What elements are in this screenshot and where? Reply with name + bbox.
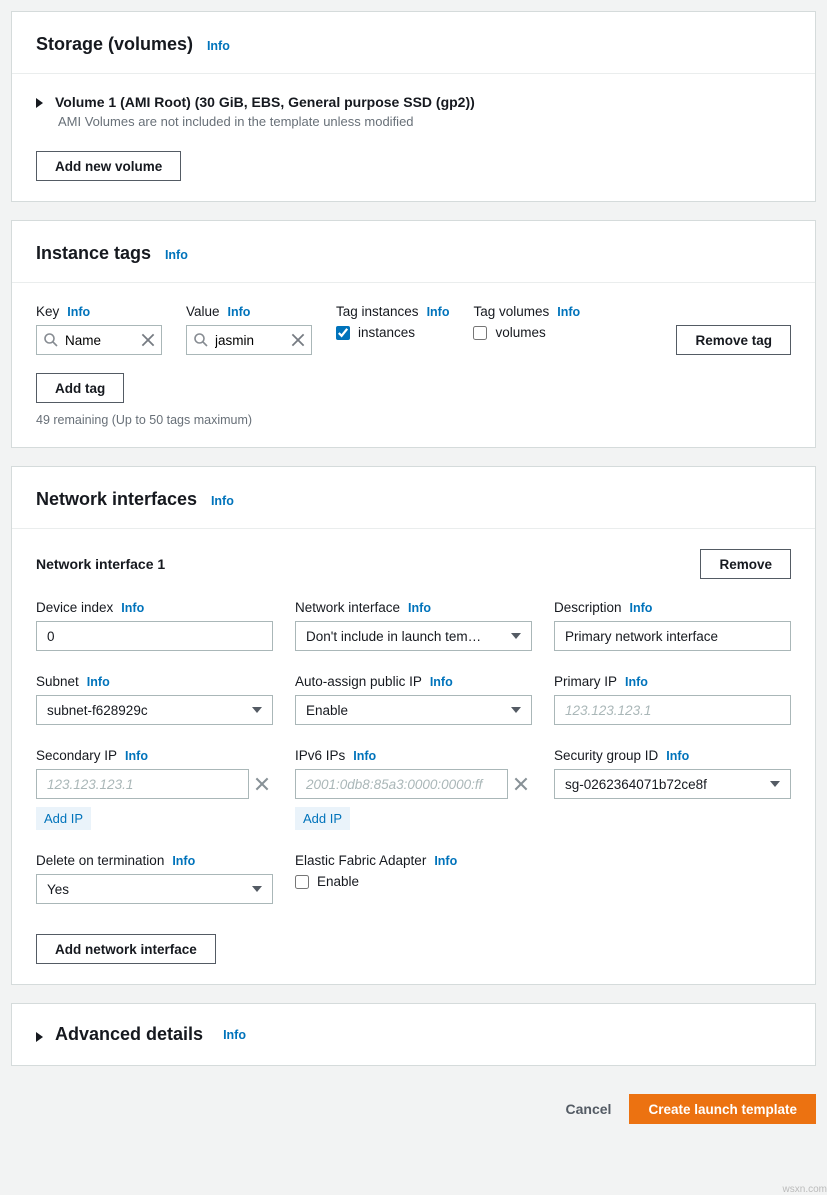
advanced-title: Advanced details [55,1024,203,1045]
instances-checkbox[interactable] [336,326,350,340]
subnet-label: Subnet [36,674,79,689]
clear-key-icon[interactable] [139,331,157,349]
device-index-label: Device index [36,600,113,615]
add-ni-button[interactable]: Add network interface [36,934,216,964]
chevron-down-icon [252,886,262,892]
remove-tag-button[interactable]: Remove tag [676,325,791,355]
ni-title: Network interfaces [36,489,197,510]
volumes-checkbox[interactable] [473,326,487,340]
caret-right-icon [36,1032,43,1042]
clear-value-icon[interactable] [289,331,307,349]
volume-subtitle: AMI Volumes are not included in the temp… [58,114,791,129]
tags-remaining: 49 remaining (Up to 50 tags maximum) [36,413,791,427]
tag-volumes-label: Tag volumes [473,304,549,319]
secondary-ip-input[interactable] [36,769,249,799]
chevron-down-icon [770,781,780,787]
network-interface-label: Network interface [295,600,400,615]
ipv6-info[interactable]: Info [353,749,376,763]
tags-info-link[interactable]: Info [165,248,188,262]
caret-right-icon [36,98,43,108]
ni-info-link[interactable]: Info [211,494,234,508]
key-input[interactable] [65,333,133,348]
ipv6-label: IPv6 IPs [295,748,345,763]
advanced-info[interactable]: Info [223,1028,246,1042]
tag-instances-label: Tag instances [336,304,419,319]
ni-subhead: Network interface 1 [36,556,165,572]
del-term-info[interactable]: Info [172,854,195,868]
add-ipv6-button[interactable]: Add IP [295,807,350,830]
watermark: wsxn.com [783,1184,827,1195]
del-term-label: Delete on termination [36,853,164,868]
secondary-ip-info[interactable]: Info [125,749,148,763]
tag-volumes-info[interactable]: Info [557,305,580,319]
add-volume-button[interactable]: Add new volume [36,151,181,181]
primary-ip-label: Primary IP [554,674,617,689]
volume-row[interactable]: Volume 1 (AMI Root) (30 GiB, EBS, Genera… [36,94,791,110]
instance-tags-panel: Instance tags Info Key Info Value Info [11,220,816,448]
volumes-checkbox-label: volumes [495,325,545,340]
chevron-down-icon [252,707,262,713]
remove-ni-button[interactable]: Remove [700,549,791,579]
description-input[interactable] [554,621,791,651]
network-interface-info[interactable]: Info [408,601,431,615]
subnet-info[interactable]: Info [87,675,110,689]
chevron-down-icon [511,633,521,639]
device-index-input[interactable] [36,621,273,651]
auto-ip-label: Auto-assign public IP [295,674,422,689]
storage-info-link[interactable]: Info [207,39,230,53]
instances-checkbox-label: instances [358,325,415,340]
auto-ip-info[interactable]: Info [430,675,453,689]
value-label: Value [186,304,220,319]
volumes-checkbox-row[interactable]: volumes [473,325,580,340]
auto-ip-select[interactable]: Enable [295,695,532,725]
description-info[interactable]: Info [630,601,653,615]
efa-checkbox[interactable] [295,875,309,889]
subnet-select[interactable]: subnet-f628929c [36,695,273,725]
clear-ipv6-icon[interactable] [512,775,530,793]
del-term-select[interactable]: Yes [36,874,273,904]
footer: Cancel Create launch template [11,1084,816,1124]
tag-instances-info[interactable]: Info [427,305,450,319]
add-secondary-ip-button[interactable]: Add IP [36,807,91,830]
advanced-panel[interactable]: Advanced details Info [11,1003,816,1066]
network-interface-select[interactable]: Don't include in launch tem… [295,621,532,651]
key-input-wrap[interactable] [36,325,162,355]
search-icon [43,332,59,348]
sg-select[interactable]: sg-0262364071b72ce8f [554,769,791,799]
volume-title: Volume 1 (AMI Root) (30 GiB, EBS, Genera… [55,94,475,110]
create-launch-template-button[interactable]: Create launch template [629,1094,816,1124]
tags-title: Instance tags [36,243,151,264]
add-tag-button[interactable]: Add tag [36,373,124,403]
cancel-button[interactable]: Cancel [566,1101,612,1117]
description-label: Description [554,600,622,615]
efa-checkbox-row[interactable]: Enable [295,874,359,889]
sg-info[interactable]: Info [666,749,689,763]
ipv6-input[interactable] [295,769,508,799]
key-info[interactable]: Info [67,305,90,319]
instances-checkbox-row[interactable]: instances [336,325,449,340]
secondary-ip-label: Secondary IP [36,748,117,763]
chevron-down-icon [511,707,521,713]
search-icon [193,332,209,348]
key-label: Key [36,304,59,319]
value-info[interactable]: Info [228,305,251,319]
efa-info[interactable]: Info [434,854,457,868]
network-interfaces-panel: Network interfaces Info Network interfac… [11,466,816,985]
storage-panel: Storage (volumes) Info Volume 1 (AMI Roo… [11,11,816,202]
value-input-wrap[interactable] [186,325,312,355]
efa-label: Elastic Fabric Adapter [295,853,426,868]
device-index-info[interactable]: Info [121,601,144,615]
storage-title: Storage (volumes) [36,34,193,55]
value-input[interactable] [215,333,283,348]
primary-ip-input[interactable] [554,695,791,725]
primary-ip-info[interactable]: Info [625,675,648,689]
clear-secondary-ip-icon[interactable] [253,775,271,793]
efa-checkbox-label: Enable [317,874,359,889]
sg-label: Security group ID [554,748,658,763]
